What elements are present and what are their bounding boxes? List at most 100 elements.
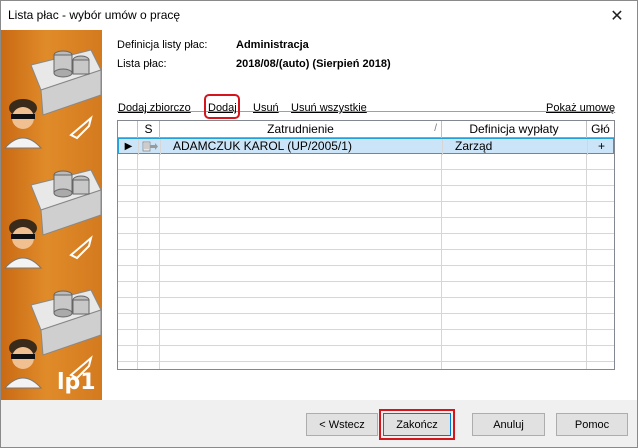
empty-cell <box>118 170 138 186</box>
definition-label: Definicja listy płac: <box>117 39 208 51</box>
empty-cell <box>160 218 442 234</box>
empty-cell <box>442 250 587 266</box>
empty-cell <box>442 314 587 330</box>
empty-cell <box>118 362 138 369</box>
empty-cell <box>160 266 442 282</box>
header-employment[interactable]: Zatrudnienie / <box>160 121 442 138</box>
empty-cell <box>442 346 587 362</box>
empty-row <box>118 250 614 266</box>
definition-value: Administracja <box>236 39 309 51</box>
header-main[interactable]: Głó <box>587 121 614 138</box>
empty-cell <box>138 346 160 362</box>
table-row[interactable]: ▶ ADAMCZUK KAROL (UP/2005/1) Zarząd + <box>118 138 614 155</box>
empty-cell <box>118 330 138 346</box>
remove-all-link[interactable]: Usuń wszystkie <box>291 102 367 114</box>
empty-cell <box>442 362 587 369</box>
row-pointer-icon: ▶ <box>119 139 139 155</box>
empty-row <box>118 202 614 218</box>
empty-cell <box>442 218 587 234</box>
empty-row <box>118 266 614 282</box>
empty-cell <box>442 266 587 282</box>
empty-cell <box>138 282 160 298</box>
empty-cell <box>118 298 138 314</box>
empty-cell <box>118 346 138 362</box>
main-cell: + <box>597 139 605 153</box>
main-panel: Definicja listy płac: Administracja List… <box>102 30 637 400</box>
empty-cell <box>442 154 587 170</box>
empty-row <box>118 314 614 330</box>
show-contract-link[interactable]: Pokaż umowę <box>546 102 615 114</box>
empty-row <box>118 170 614 186</box>
empty-cell <box>160 234 442 250</box>
empty-row <box>118 218 614 234</box>
empty-cell <box>138 218 160 234</box>
empty-row <box>118 282 614 298</box>
empty-row <box>118 330 614 346</box>
header-employment-label: Zatrudnienie <box>267 122 334 136</box>
empty-cell <box>138 250 160 266</box>
banner-tile-1 <box>3 49 102 149</box>
header-s[interactable]: S <box>138 121 160 138</box>
empty-cell <box>138 186 160 202</box>
empty-cell <box>160 154 442 170</box>
add-link[interactable]: Dodaj <box>208 102 237 114</box>
empty-row <box>118 346 614 362</box>
header-payout-definition[interactable]: Definicja wypłaty <box>442 121 587 138</box>
remove-link[interactable]: Usuń <box>253 102 279 114</box>
payroll-value: 2018/08/(auto) (Sierpień 2018) <box>236 58 391 70</box>
empty-cell <box>138 266 160 282</box>
payout-definition-cell: Zarząd <box>443 139 588 155</box>
empty-cell <box>138 154 160 170</box>
cancel-button[interactable]: Anuluj <box>472 413 545 436</box>
empty-cell <box>118 314 138 330</box>
empty-cell <box>442 298 587 314</box>
empty-cell <box>160 314 442 330</box>
empty-cell <box>160 170 442 186</box>
empty-cell <box>442 202 587 218</box>
header-pointer <box>118 121 138 138</box>
employment-cell: ADAMCZUK KAROL (UP/2005/1) <box>161 139 443 155</box>
title-bar: Lista płac - wybór umów o pracę ✕ <box>0 0 638 30</box>
back-button[interactable]: < Wstecz <box>306 413 378 436</box>
empty-row <box>118 154 614 170</box>
empty-cell <box>118 282 138 298</box>
empty-cell <box>160 186 442 202</box>
empty-cell <box>118 202 138 218</box>
empty-cell <box>138 234 160 250</box>
empty-row <box>118 362 614 369</box>
empty-cell <box>138 202 160 218</box>
close-icon: ✕ <box>610 7 624 25</box>
empty-cell <box>118 218 138 234</box>
empty-cell <box>118 154 138 170</box>
banner-label: lp1 <box>57 370 96 395</box>
empty-cell <box>138 298 160 314</box>
finish-button[interactable]: Zakończ <box>383 413 451 436</box>
empty-cell <box>442 330 587 346</box>
close-button[interactable]: ✕ <box>597 1 637 30</box>
empty-cell <box>118 186 138 202</box>
banner-tile-2 <box>3 169 102 269</box>
empty-cell <box>160 330 442 346</box>
empty-cell <box>442 170 587 186</box>
wizard-banner: lp1 <box>1 30 102 400</box>
empty-cell <box>118 250 138 266</box>
empty-cell <box>442 282 587 298</box>
empty-cell <box>160 362 442 369</box>
empty-cell <box>138 314 160 330</box>
empty-cell <box>138 330 160 346</box>
empty-cell <box>160 346 442 362</box>
empty-cell <box>160 282 442 298</box>
add-bulk-link[interactable]: Dodaj zbiorczo <box>118 102 191 114</box>
empty-cell <box>160 202 442 218</box>
grid-header: S Zatrudnienie / Definicja wypłaty Głó <box>118 121 614 138</box>
empty-row <box>118 298 614 314</box>
help-button[interactable]: Pomoc <box>556 413 628 436</box>
empty-cell <box>118 234 138 250</box>
sort-indicator-icon: / <box>434 123 437 134</box>
empty-cell <box>442 234 587 250</box>
empty-cell <box>160 298 442 314</box>
empty-cell <box>160 250 442 266</box>
empty-cell <box>442 186 587 202</box>
empty-cell <box>138 170 160 186</box>
empty-row <box>118 186 614 202</box>
